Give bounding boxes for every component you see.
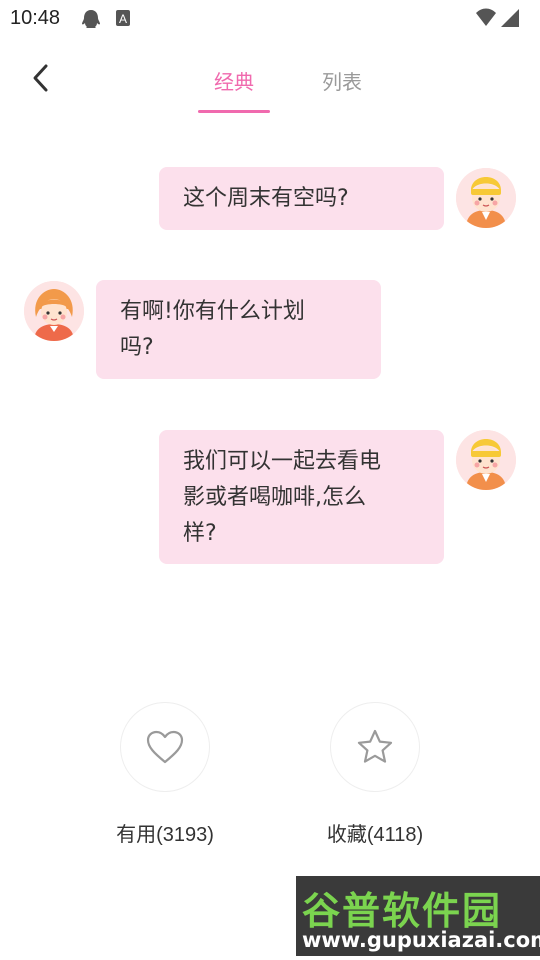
active-tab-indicator [198, 110, 270, 113]
watermark-title: 谷普软件园 [302, 889, 503, 933]
useful-button[interactable] [120, 702, 210, 792]
watermark-url: www.gupuxiazai.com [302, 928, 540, 952]
message-line: 影或者喝咖啡,怎么 [183, 485, 366, 510]
signal-icon [500, 8, 520, 32]
star-icon [357, 729, 393, 763]
chevron-left-icon [33, 64, 48, 92]
back-button[interactable] [26, 60, 58, 96]
message-line: 这个周末有空吗? [183, 186, 349, 211]
message-line: 样? [183, 521, 217, 546]
favorite-label: 收藏(4118) [326, 824, 424, 846]
chat-bubble-outgoing: 我们可以一起去看电 影或者喝咖啡,怎么 样? [159, 430, 444, 564]
boy-yellow-cap-avatar [456, 168, 516, 228]
heart-icon [146, 730, 184, 764]
status-bar: 10:48 A [0, 0, 540, 36]
girl-orange-hair-avatar [24, 281, 84, 341]
status-time: 10:48 [10, 7, 61, 29]
watermark: 谷普软件园 www.gupuxiazai.com [296, 876, 540, 956]
a-notification-icon: A [115, 9, 131, 31]
favorite-button[interactable] [330, 702, 420, 792]
message-line: 我们可以一起去看电 [183, 449, 382, 474]
boy-yellow-cap-avatar [456, 430, 516, 490]
header: 经典 列表 [0, 36, 540, 116]
chat-bubble-incoming: 有啊!你有什么计划 吗? [96, 280, 381, 379]
qq-icon [80, 9, 102, 33]
chat-bubble-outgoing: 这个周末有空吗? [159, 167, 444, 230]
svg-text:A: A [119, 12, 127, 26]
wifi-icon [475, 8, 497, 32]
message-line: 吗? [120, 335, 154, 360]
useful-label: 有用(3193) [116, 824, 214, 846]
tab-classic[interactable]: 经典 [198, 66, 270, 95]
tab-list[interactable]: 列表 [306, 66, 378, 95]
message-line: 有啊!你有什么计划 [120, 299, 305, 324]
